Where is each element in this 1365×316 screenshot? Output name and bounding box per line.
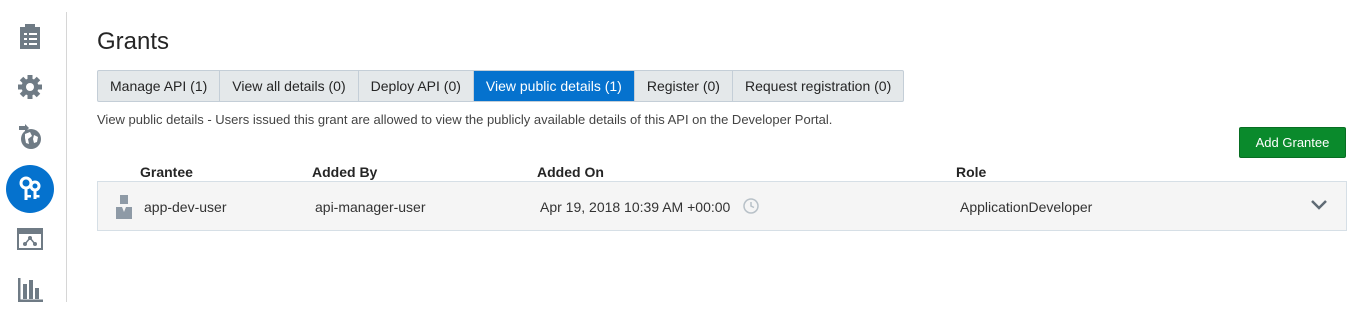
tab-view-all-details[interactable]: View all details (0) xyxy=(220,71,359,101)
chevron-down-icon[interactable] xyxy=(1310,198,1328,212)
column-header-added-by: Added By xyxy=(312,164,378,180)
sidebar-item-analytics[interactable] xyxy=(6,266,54,314)
sidebar-item-settings[interactable] xyxy=(6,63,54,111)
document-list-icon xyxy=(20,24,40,49)
keys-icon xyxy=(19,176,41,200)
sidebar-item-grants[interactable] xyxy=(6,165,54,213)
added-by-value: api-manager-user xyxy=(315,199,426,215)
portal-icon xyxy=(17,228,43,250)
sidebar-item-deployments[interactable] xyxy=(6,113,54,161)
column-header-grantee: Grantee xyxy=(140,164,193,180)
user-icon xyxy=(116,195,132,219)
grantee-name: app-dev-user xyxy=(144,199,227,215)
grant-description: View public details - Users issued this … xyxy=(97,112,833,127)
added-on-value: Apr 19, 2018 10:39 AM +00:00 xyxy=(540,199,731,215)
sidebar-item-portal[interactable] xyxy=(6,215,54,263)
add-grantee-button[interactable]: Add Grantee xyxy=(1239,127,1346,158)
sidebar-item-api-details[interactable] xyxy=(6,13,54,61)
globe-deploy-icon xyxy=(19,124,41,149)
clock-icon xyxy=(743,198,759,214)
grant-type-tabs: Manage API (1) View all details (0) Depl… xyxy=(97,70,905,102)
page-title: Grants xyxy=(97,28,170,55)
bar-chart-icon xyxy=(18,278,43,302)
column-header-added-on: Added On xyxy=(537,164,604,180)
tab-request-registration[interactable]: Request registration (0) xyxy=(733,71,903,101)
table-row[interactable]: app-dev-user api-manager-user Apr 19, 20… xyxy=(97,181,1347,231)
sidebar-divider xyxy=(66,12,67,302)
column-header-role: Role xyxy=(956,164,987,180)
gear-icon xyxy=(18,75,42,99)
tab-view-public-details[interactable]: View public details (1) xyxy=(473,71,635,101)
role-value: ApplicationDeveloper xyxy=(960,199,1093,215)
tab-manage-api[interactable]: Manage API (1) xyxy=(98,71,221,101)
tab-register[interactable]: Register (0) xyxy=(635,71,733,101)
tab-deploy-api[interactable]: Deploy API (0) xyxy=(359,71,474,101)
left-sidebar xyxy=(0,0,66,316)
